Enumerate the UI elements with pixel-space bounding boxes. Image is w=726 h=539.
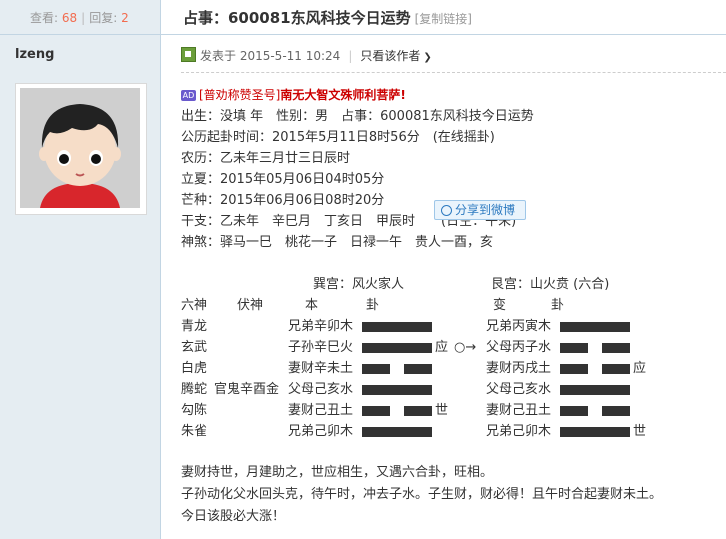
avatar[interactable] [15,83,147,215]
ad-text[interactable]: 南无大智文殊师利菩萨! [280,88,405,102]
bian-shiying-mark: 世 [633,424,647,439]
gua-right-title: 艮宫：山火贲 (六合) [491,277,610,292]
bian-yao-label: 父母己亥水 [486,382,552,397]
ben-yao-bar-yin [404,364,432,374]
info-line: 神煞：驿马一巳 桃花一子 日禄一午 贵人一酉，亥 [181,235,494,250]
liushen-cell: 朱雀 [181,424,208,439]
bian-yao-bar-yang [560,427,630,437]
ben-yao-label: 子孙辛巳火 [288,340,354,355]
summary-line: 妻财持世，月建助之，世应相生，又遇六合卦，旺相。 [181,465,494,480]
ben-shiying-mark: 世 [435,403,449,418]
header-gua1: 卦 [366,298,380,313]
bian-shiying-mark: 应 [633,361,647,376]
bian-yao-bar-yin [560,364,588,374]
bian-yao-bar-yin [560,343,588,353]
info-line: 公历起卦时间：2015年5月11日8时56分 (在线摇卦) [181,130,495,145]
author-sidebar: 查看: 68 | 回复: 2 lzeng [0,0,161,539]
chevron-right-icon: ❯ [423,52,432,63]
bian-yao-label: 父母丙子水 [486,340,552,355]
ben-yao-bar-yin [362,364,390,374]
weibo-icon [441,205,452,216]
liushen-cell: 勾陈 [181,403,208,418]
bian-yao-bar-yin [602,406,630,416]
bian-yao-bar-yin [602,364,630,374]
title-bar: 占事：600081东风科技今日运势 [复制链接] [161,0,726,35]
fushen-cell: 官鬼辛酉金 [214,382,280,397]
header-fushen: 伏神 [237,298,264,313]
bian-yao-bar-yin [560,406,588,416]
ben-yao-label: 兄弟己卯木 [288,424,354,439]
share-label: 分享到微博 [455,203,516,217]
ben-yao-bar-yin [362,406,390,416]
author-name[interactable]: lzeng [15,47,54,62]
share-weibo-button[interactable]: 分享到微博 [434,200,526,220]
divider [181,72,726,73]
post-main: 占事：600081东风科技今日运势 [复制链接] 发表于 2015-5-11 10… [161,0,726,539]
ben-shiying-mark: 应 [435,340,449,355]
only-author-link[interactable]: 只看该作者 [360,49,420,63]
online-status-icon [181,47,196,62]
views-label: 查看: [30,11,59,25]
avatar-cartoon-icon [20,88,140,208]
gua-left-title: 巽宫：风火家人 [313,277,405,292]
bian-yao-label: 妻财己丑土 [486,403,552,418]
replies-label: 回复: [89,11,118,25]
post-time: 发表于 2015-5-11 10:24 [200,49,341,63]
ben-yao-label: 妻财己丑土 [288,403,354,418]
summary-line: 子孙动化父水回头克，待午时，冲去子水。子生财，财必得！且午时合起妻财未土。 [181,487,663,502]
bian-yao-bar-yin [602,343,630,353]
liushen-cell: 腾蛇 [181,382,208,397]
summary-line: 今日该股必大涨！ [181,509,286,524]
ben-yao-bar-yang [362,427,432,437]
change-mark: ○→ [454,340,477,355]
bian-yao-bar-yang [560,322,630,332]
thread-stats: 查看: 68 | 回复: 2 [0,0,160,35]
thread-title-text: 占事：600081东风科技今日运势 [183,9,411,27]
bian-yao-label: 兄弟己卯木 [486,424,552,439]
liushen-cell: 青龙 [181,319,208,334]
ben-yao-bar-yang [362,322,432,332]
copy-link-button[interactable]: [复制链接] [415,12,472,26]
ben-yao-bar-yin [404,406,432,416]
ben-yao-bar-yang [362,343,432,353]
header-bian: 变 [493,298,507,313]
ad-link[interactable]: [普劝称赞圣号] [199,88,280,102]
header-gua2: 卦 [551,298,565,313]
liushen-cell: 白虎 [181,361,208,376]
stats-text: 查看: 68 | 回复: 2 [30,11,129,25]
info-line: 立夏：2015年05月06日04时05分 [181,172,385,187]
bian-yao-label: 兄弟丙寅木 [486,319,552,334]
header-ben: 本 [305,298,319,313]
ad-badge-icon: AD [181,90,196,101]
header-liushen: 六神 [181,298,208,313]
replies-count: 2 [121,11,129,25]
ben-yao-label: 妻财辛未土 [288,361,354,376]
bian-yao-label: 妻财丙戌土 [486,361,552,376]
post-meta: 发表于 2015-5-11 10:24 | 只看该作者 ❯ [181,47,432,64]
info-line: 芒种：2015年06月06日08时20分 [181,193,385,208]
ben-yao-bar-yang [362,385,432,395]
info-line: 农历：乙未年三月廿三日辰时 [181,151,351,166]
ben-yao-label: 兄弟辛卯木 [288,319,354,334]
info-line: 出生：没填 年 性别：男 占事：600081东风科技今日运势 [181,109,534,124]
ben-yao-label: 父母己亥水 [288,382,354,397]
bian-yao-bar-yang [560,385,630,395]
ad-line: AD [普劝称赞圣号]南无大智文殊师利菩萨! [181,86,406,103]
views-count: 68 [61,11,78,25]
thread-title: 占事：600081东风科技今日运势 [复制链接] [183,7,472,28]
liushen-cell: 玄武 [181,340,208,355]
